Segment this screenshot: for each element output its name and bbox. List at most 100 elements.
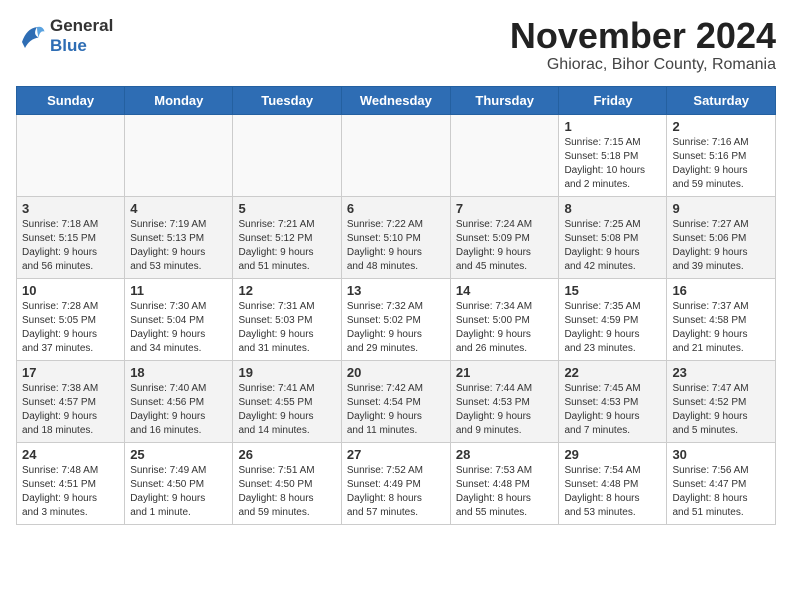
- day-number: 26: [238, 447, 335, 462]
- day-info: Sunrise: 7:48 AM Sunset: 4:51 PM Dayligh…: [22, 464, 119, 520]
- calendar-body: 1 Sunrise: 7:15 AM Sunset: 5:18 PM Daylig…: [17, 114, 776, 524]
- calendar-cell: 13Sunrise: 7:32 AM Sunset: 5:02 PM Dayli…: [341, 278, 450, 360]
- day-number: 6: [347, 201, 445, 216]
- day-number: 23: [672, 365, 770, 380]
- day-info: Sunrise: 7:25 AM Sunset: 5:08 PM Dayligh…: [564, 218, 661, 274]
- location-title: Ghiorac, Bihor County, Romania: [510, 56, 776, 74]
- day-info: Sunrise: 7:56 AM Sunset: 4:47 PM Dayligh…: [672, 464, 770, 520]
- day-info: Sunrise: 7:27 AM Sunset: 5:06 PM Dayligh…: [672, 218, 770, 274]
- day-info: Sunrise: 7:41 AM Sunset: 4:55 PM Dayligh…: [238, 382, 335, 438]
- calendar-cell: 10 Sunrise: 7:28 AM Sunset: 5:05 PM Dayli…: [17, 278, 125, 360]
- weekday-header-tuesday: Tuesday: [233, 86, 341, 114]
- logo: General Blue: [16, 16, 113, 55]
- month-title: November 2024: [510, 16, 776, 56]
- calendar-cell: 8 Sunrise: 7:25 AM Sunset: 5:08 PM Daylig…: [559, 196, 667, 278]
- day-number: 25: [130, 447, 227, 462]
- logo-general: General: [50, 16, 113, 36]
- calendar-cell: 14Sunrise: 7:34 AM Sunset: 5:00 PM Dayli…: [450, 278, 559, 360]
- day-number: 9: [672, 201, 770, 216]
- calendar-cell: [341, 114, 450, 196]
- calendar-cell: 11Sunrise: 7:30 AM Sunset: 5:04 PM Dayli…: [125, 278, 233, 360]
- calendar-cell: 24 Sunrise: 7:48 AM Sunset: 4:51 PM Dayli…: [17, 442, 125, 524]
- day-info: Sunrise: 7:19 AM Sunset: 5:13 PM Dayligh…: [130, 218, 227, 274]
- calendar-cell: 26 Sunrise: 7:51 AM Sunset: 4:50 PM Dayli…: [233, 442, 341, 524]
- day-info: Sunrise: 7:35 AM Sunset: 4:59 PM Dayligh…: [564, 300, 661, 356]
- day-number: 14: [456, 283, 554, 298]
- calendar-cell: 3Sunrise: 7:18 AM Sunset: 5:15 PM Daylig…: [17, 196, 125, 278]
- day-info: Sunrise: 7:53 AM Sunset: 4:48 PM Dayligh…: [456, 464, 554, 520]
- day-info: Sunrise: 7:49 AM Sunset: 4:50 PM Dayligh…: [130, 464, 227, 520]
- day-number: 2: [672, 119, 770, 134]
- day-info: Sunrise: 7:24 AM Sunset: 5:09 PM Dayligh…: [456, 218, 554, 274]
- calendar-cell: [450, 114, 559, 196]
- day-info: Sunrise: 7:40 AM Sunset: 4:56 PM Dayligh…: [130, 382, 227, 438]
- day-number: 29: [564, 447, 661, 462]
- day-number: 13: [347, 283, 445, 298]
- calendar-cell: 12 Sunrise: 7:31 AM Sunset: 5:03 PM Dayli…: [233, 278, 341, 360]
- calendar-cell: 23Sunrise: 7:47 AM Sunset: 4:52 PM Dayli…: [667, 360, 776, 442]
- calendar-cell: 18 Sunrise: 7:40 AM Sunset: 4:56 PM Dayli…: [125, 360, 233, 442]
- day-info: Sunrise: 7:37 AM Sunset: 4:58 PM Dayligh…: [672, 300, 770, 356]
- day-number: 15: [564, 283, 661, 298]
- calendar-week-5: 24 Sunrise: 7:48 AM Sunset: 4:51 PM Dayli…: [17, 442, 776, 524]
- day-info: Sunrise: 7:22 AM Sunset: 5:10 PM Dayligh…: [347, 218, 445, 274]
- weekday-header-thursday: Thursday: [450, 86, 559, 114]
- day-number: 5: [238, 201, 335, 216]
- day-info: Sunrise: 7:51 AM Sunset: 4:50 PM Dayligh…: [238, 464, 335, 520]
- day-info: Sunrise: 7:21 AM Sunset: 5:12 PM Dayligh…: [238, 218, 335, 274]
- day-number: 11: [130, 283, 227, 298]
- logo-icon: [16, 21, 46, 51]
- calendar-cell: [233, 114, 341, 196]
- weekday-header-saturday: Saturday: [667, 86, 776, 114]
- day-info: Sunrise: 7:31 AM Sunset: 5:03 PM Dayligh…: [238, 300, 335, 356]
- day-number: 7: [456, 201, 554, 216]
- calendar-cell: 25 Sunrise: 7:49 AM Sunset: 4:50 PM Dayli…: [125, 442, 233, 524]
- day-info: Sunrise: 7:38 AM Sunset: 4:57 PM Dayligh…: [22, 382, 119, 438]
- weekday-header-sunday: Sunday: [17, 86, 125, 114]
- calendar-cell: 29 Sunrise: 7:54 AM Sunset: 4:48 PM Dayli…: [559, 442, 667, 524]
- day-number: 3: [22, 201, 119, 216]
- calendar-cell: 7 Sunrise: 7:24 AM Sunset: 5:09 PM Daylig…: [450, 196, 559, 278]
- day-number: 21: [456, 365, 554, 380]
- page-header: General Blue November 2024 Ghiorac, Biho…: [16, 16, 776, 74]
- logo-blue: Blue: [50, 36, 113, 56]
- calendar-cell: 19 Sunrise: 7:41 AM Sunset: 4:55 PM Dayli…: [233, 360, 341, 442]
- calendar-cell: 1 Sunrise: 7:15 AM Sunset: 5:18 PM Daylig…: [559, 114, 667, 196]
- calendar-cell: 21 Sunrise: 7:44 AM Sunset: 4:53 PM Dayli…: [450, 360, 559, 442]
- day-number: 10: [22, 283, 119, 298]
- weekday-header-friday: Friday: [559, 86, 667, 114]
- calendar-cell: 30 Sunrise: 7:56 AM Sunset: 4:47 PM Dayli…: [667, 442, 776, 524]
- day-number: 24: [22, 447, 119, 462]
- calendar-week-3: 10 Sunrise: 7:28 AM Sunset: 5:05 PM Dayli…: [17, 278, 776, 360]
- day-number: 30: [672, 447, 770, 462]
- day-number: 19: [238, 365, 335, 380]
- calendar-cell: [125, 114, 233, 196]
- title-block: November 2024 Ghiorac, Bihor County, Rom…: [510, 16, 776, 74]
- day-info: Sunrise: 7:16 AM Sunset: 5:16 PM Dayligh…: [672, 136, 770, 192]
- day-info: Sunrise: 7:54 AM Sunset: 4:48 PM Dayligh…: [564, 464, 661, 520]
- day-info: Sunrise: 7:28 AM Sunset: 5:05 PM Dayligh…: [22, 300, 119, 356]
- day-number: 28: [456, 447, 554, 462]
- day-number: 18: [130, 365, 227, 380]
- calendar-cell: 16 Sunrise: 7:37 AM Sunset: 4:58 PM Dayli…: [667, 278, 776, 360]
- day-info: Sunrise: 7:42 AM Sunset: 4:54 PM Dayligh…: [347, 382, 445, 438]
- calendar-header: SundayMondayTuesdayWednesdayThursdayFrid…: [17, 86, 776, 114]
- day-number: 27: [347, 447, 445, 462]
- calendar-cell: 5 Sunrise: 7:21 AM Sunset: 5:12 PM Daylig…: [233, 196, 341, 278]
- calendar-cell: [17, 114, 125, 196]
- calendar-week-2: 3Sunrise: 7:18 AM Sunset: 5:15 PM Daylig…: [17, 196, 776, 278]
- day-number: 16: [672, 283, 770, 298]
- day-number: 12: [238, 283, 335, 298]
- day-number: 8: [564, 201, 661, 216]
- weekday-header-wednesday: Wednesday: [341, 86, 450, 114]
- day-number: 17: [22, 365, 119, 380]
- day-info: Sunrise: 7:44 AM Sunset: 4:53 PM Dayligh…: [456, 382, 554, 438]
- calendar-cell: 22Sunrise: 7:45 AM Sunset: 4:53 PM Dayli…: [559, 360, 667, 442]
- day-number: 1: [564, 119, 661, 134]
- calendar-cell: 4Sunrise: 7:19 AM Sunset: 5:13 PM Daylig…: [125, 196, 233, 278]
- calendar-cell: 15 Sunrise: 7:35 AM Sunset: 4:59 PM Dayli…: [559, 278, 667, 360]
- calendar-week-1: 1 Sunrise: 7:15 AM Sunset: 5:18 PM Daylig…: [17, 114, 776, 196]
- calendar-cell: 6 Sunrise: 7:22 AM Sunset: 5:10 PM Daylig…: [341, 196, 450, 278]
- calendar-week-4: 17 Sunrise: 7:38 AM Sunset: 4:57 PM Dayli…: [17, 360, 776, 442]
- day-info: Sunrise: 7:15 AM Sunset: 5:18 PM Dayligh…: [564, 136, 661, 192]
